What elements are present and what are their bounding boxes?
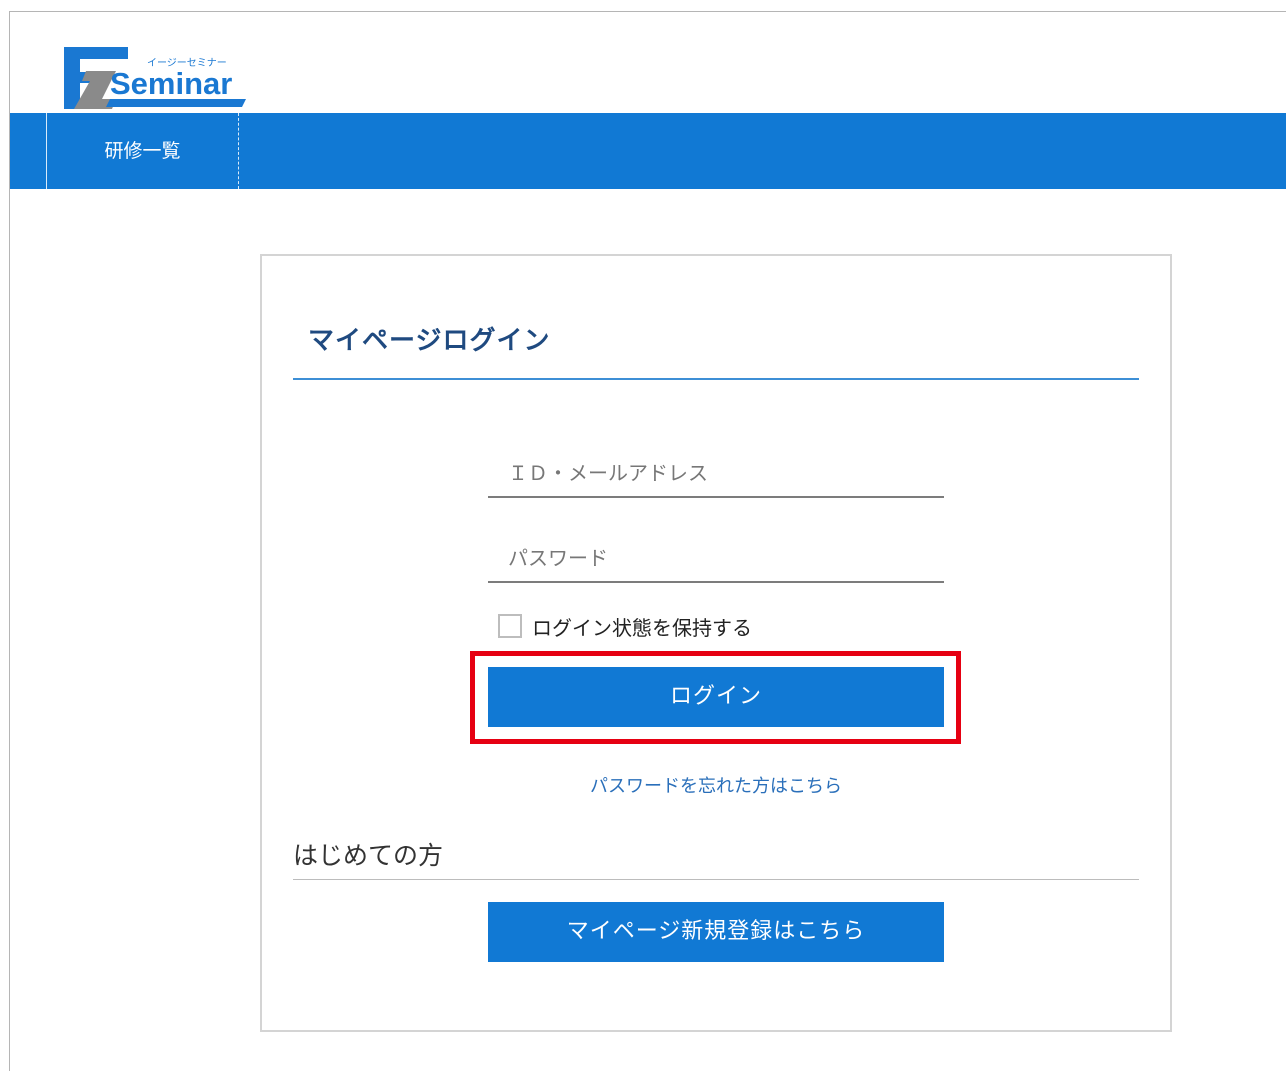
forgot-password-link[interactable]: パスワードを忘れた方はこちら xyxy=(488,772,944,798)
logo[interactable]: Seminar イージーセミナー xyxy=(60,45,250,111)
first-time-heading: はじめての方 xyxy=(293,841,444,870)
remember-label: ログイン状態を保持する xyxy=(532,615,752,640)
login-title: マイページログイン xyxy=(308,326,551,356)
remember-login[interactable]: ログイン状態を保持する xyxy=(498,612,752,640)
id-email-input[interactable] xyxy=(488,450,944,498)
login-button[interactable]: ログイン xyxy=(488,667,944,727)
nav-bar: 研修一覧 xyxy=(10,113,1286,189)
nav-item-training-list[interactable]: 研修一覧 xyxy=(46,113,239,189)
password-input[interactable] xyxy=(488,535,944,583)
logo-word: Seminar xyxy=(110,66,232,101)
register-button[interactable]: マイページ新規登録はこちら xyxy=(488,902,944,962)
title-divider xyxy=(293,378,1139,380)
first-time-divider xyxy=(293,879,1139,880)
ez-seminar-logo-icon: Seminar イージーセミナー xyxy=(64,47,246,109)
logo-kana: イージーセミナー xyxy=(147,57,227,69)
remember-checkbox[interactable] xyxy=(498,614,522,638)
